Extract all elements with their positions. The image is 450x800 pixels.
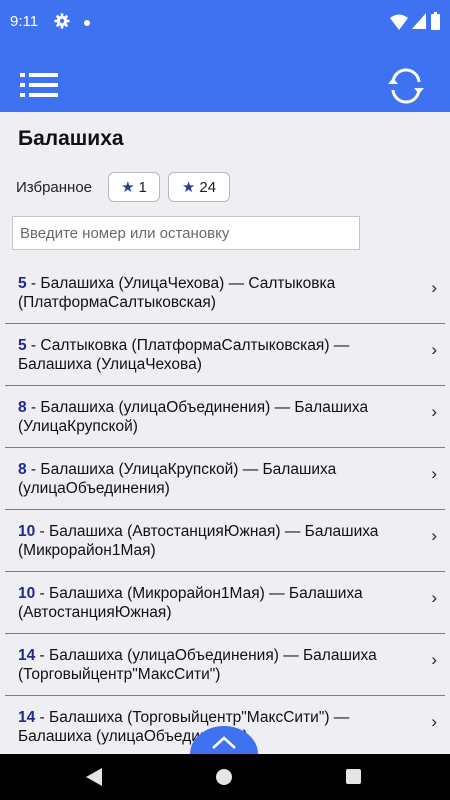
- route-number: 5: [18, 337, 27, 354]
- chevron-right-icon: ›: [431, 278, 437, 297]
- chevron-right-icon: ›: [431, 464, 437, 483]
- favorite-count: 24: [199, 178, 217, 196]
- app-bar: [0, 48, 450, 112]
- route-item[interactable]: 10 - Балашиха (АвтостанцияЮжная) — Балаш…: [5, 510, 445, 572]
- route-item[interactable]: 10 - Балашиха (Микрорайон1Мая) — Балаших…: [5, 572, 445, 634]
- route-item[interactable]: 8 - Балашиха (улицаОбъединения) — Балаши…: [5, 386, 445, 448]
- system-nav-bar: [0, 754, 450, 800]
- favorites-label: Избранное: [16, 179, 93, 196]
- status-bar: 9:11: [0, 0, 450, 48]
- route-label: 10 - Балашиха (Микрорайон1Мая) — Балаших…: [18, 584, 408, 622]
- chevron-up-icon: [212, 736, 236, 749]
- route-name: - Балашиха (Торговыйцентр"МаксСити") — Б…: [18, 709, 350, 745]
- search-input[interactable]: [12, 216, 360, 250]
- wifi-icon: [390, 14, 408, 30]
- route-item[interactable]: 8 - Балашиха (УлицаКрупской) — Балашиха …: [5, 448, 445, 510]
- notification-dot-icon: [84, 20, 90, 26]
- route-label: 5 - Балашиха (УлицаЧехова) — Салтыковка …: [18, 274, 408, 312]
- settings-gear-icon: [54, 13, 70, 29]
- route-item[interactable]: 14 - Балашиха (улицаОбъединения) — Балаш…: [5, 634, 445, 696]
- chevron-right-icon: ›: [431, 340, 437, 359]
- chevron-right-icon: ›: [431, 526, 437, 545]
- battery-icon: [431, 12, 440, 30]
- route-name: - Балашиха (УлицаЧехова) — Салтыковка (П…: [18, 275, 336, 311]
- main-content: Балашиха Избранное ★ 1 ★ 24 5 - Балашиха…: [0, 112, 450, 754]
- route-name: - Салтыковка (ПлатформаСалтыковская) — Б…: [18, 337, 350, 373]
- chevron-right-icon: ›: [431, 588, 437, 607]
- route-number: 5: [18, 275, 27, 292]
- favorite-count: 1: [138, 178, 147, 196]
- route-name: - Балашиха (Микрорайон1Мая) — Балашиха (…: [18, 585, 363, 621]
- status-time: 9:11: [10, 13, 39, 30]
- triangle-back-icon[interactable]: [86, 768, 102, 786]
- page-title: Балашиха: [18, 127, 124, 150]
- list-menu-icon[interactable]: [20, 71, 58, 99]
- cell-signal-icon: [412, 13, 426, 29]
- favorite-chip[interactable]: ★ 1: [108, 172, 160, 202]
- route-item[interactable]: 5 - Балашиха (УлицаЧехова) — Салтыковка …: [5, 262, 445, 324]
- chevron-right-icon: ›: [431, 712, 437, 731]
- route-list: 5 - Балашиха (УлицаЧехова) — Салтыковка …: [0, 262, 450, 754]
- route-name: - Балашиха (улицаОбъединения) — Балашиха…: [18, 647, 377, 683]
- refresh-icon[interactable]: [386, 68, 426, 104]
- route-number: 14: [18, 647, 36, 664]
- star-icon: ★: [181, 179, 196, 196]
- route-number: 10: [18, 585, 36, 602]
- route-name: - Балашиха (улицаОбъединения) — Балашиха…: [18, 399, 369, 435]
- route-label: 5 - Салтыковка (ПлатформаСалтыковская) —…: [18, 336, 408, 374]
- route-number: 8: [18, 461, 27, 478]
- star-icon: ★: [121, 179, 135, 196]
- route-label: 10 - Балашиха (АвтостанцияЮжная) — Балаш…: [18, 522, 408, 560]
- route-number: 14: [18, 709, 36, 726]
- route-name: - Балашиха (УлицаКрупской) — Балашиха (у…: [18, 461, 337, 497]
- route-label: 8 - Балашиха (улицаОбъединения) — Балаши…: [18, 398, 408, 436]
- route-number: 8: [18, 399, 27, 416]
- chevron-right-icon: ›: [431, 402, 437, 421]
- route-label: 8 - Балашиха (УлицаКрупской) — Балашиха …: [18, 460, 408, 498]
- square-recents-icon[interactable]: [346, 769, 361, 784]
- favorite-chip[interactable]: ★ 24: [168, 172, 230, 202]
- route-label: 14 - Балашиха (улицаОбъединения) — Балаш…: [18, 646, 408, 684]
- circle-home-icon[interactable]: [216, 769, 232, 785]
- route-number: 10: [18, 523, 36, 540]
- chevron-right-icon: ›: [431, 650, 437, 669]
- route-name: - Балашиха (АвтостанцияЮжная) — Балашиха…: [18, 523, 379, 559]
- route-item[interactable]: 5 - Салтыковка (ПлатформаСалтыковская) —…: [5, 324, 445, 386]
